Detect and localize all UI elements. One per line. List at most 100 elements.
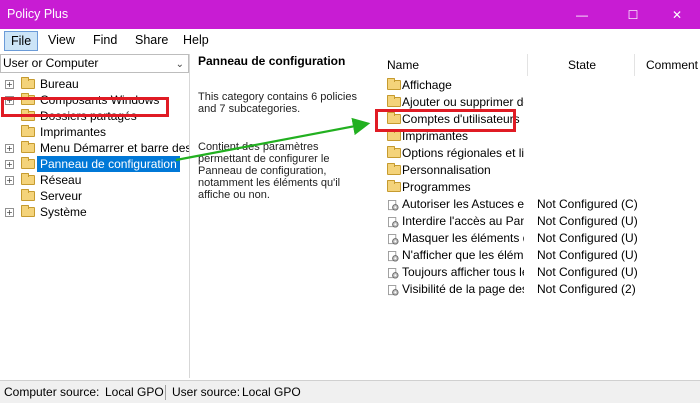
list-item-name: Visibilité de la page des ... — [402, 282, 524, 296]
list-item-folder[interactable]: Programmes — [380, 179, 700, 196]
folder-icon — [387, 95, 401, 107]
scope-dropdown[interactable]: User or Computer ⌄ — [0, 54, 189, 73]
list-item-name: Options régionales et lin... — [402, 146, 524, 160]
list-item-policy[interactable]: Masquer les éléments d... Not Configured … — [380, 230, 700, 247]
category-tree-pane: User or Computer ⌄ + Bureau + Composants Wi… — [0, 54, 190, 378]
list-item-policy[interactable]: Interdire l'accès au Pan... Not Configure… — [380, 213, 700, 230]
description-pane: Panneau de configuration This category c… — [191, 54, 379, 378]
folder-icon — [21, 125, 35, 137]
close-icon: ✕ — [671, 7, 683, 22]
tree-item-label: Serveur — [40, 189, 83, 203]
list-item-folder[interactable]: Comptes d'utilisateurs — [380, 111, 700, 128]
folder-icon — [21, 93, 35, 105]
folder-icon — [387, 180, 401, 192]
tree-item[interactable]: Imprimantes — [0, 124, 189, 140]
folder-icon — [387, 112, 401, 124]
folder-icon — [21, 173, 35, 185]
tree-item-label: Bureau — [40, 77, 79, 91]
tree-item[interactable]: Dossiers partagés — [0, 108, 189, 124]
list-item-name: Programmes — [402, 180, 471, 194]
expand-icon[interactable]: + — [5, 176, 14, 185]
list-item-folder[interactable]: Personnalisation — [380, 162, 700, 179]
policy-list-pane: Name State Comment Affichage Ajouter ou s… — [380, 54, 700, 378]
policy-setting-icon — [388, 200, 399, 211]
menu-bar: File View Find Share Help — [0, 29, 700, 52]
scope-value: User or Computer — [3, 56, 99, 70]
column-divider[interactable] — [634, 54, 635, 76]
folder-icon — [387, 129, 401, 141]
list-item-name: Affichage — [402, 78, 452, 92]
list-item-policy[interactable]: N'afficher que les éléme... Not Configure… — [380, 247, 700, 264]
list-item-name: Toujours afficher tous le... — [402, 265, 524, 279]
expand-icon[interactable]: + — [5, 144, 14, 153]
description-body: Contient des paramètres permettant de co… — [198, 141, 341, 201]
tree-item-label: Menu Démarrer et barre des tâches — [40, 141, 190, 155]
list-item-folder[interactable]: Affichage — [380, 77, 700, 94]
folder-icon — [387, 146, 401, 158]
list-item-name: N'afficher que les éléme... — [402, 248, 524, 262]
list-item-state: Not Configured (C) — [537, 197, 638, 211]
list-item-name: Autoriser les Astuces en... — [402, 197, 524, 211]
folder-icon — [21, 141, 35, 153]
list-item-folder[interactable]: Imprimantes — [380, 128, 700, 145]
maximize-icon: ☐ — [627, 7, 639, 22]
list-item-name: Interdire l'accès au Pan... — [402, 214, 524, 228]
policy-setting-icon — [388, 268, 399, 279]
policy-setting-icon — [388, 217, 399, 228]
tree-item[interactable]: + Système — [0, 204, 189, 220]
column-divider[interactable] — [527, 54, 528, 76]
folder-icon — [21, 109, 35, 121]
close-button[interactable]: ✕ — [654, 0, 700, 29]
menu-share[interactable]: Share — [129, 31, 174, 51]
computer-source-value: Local GPO — [105, 385, 164, 399]
description-title: Panneau de configuration — [198, 54, 346, 68]
tree-item-label: Réseau — [40, 173, 82, 187]
user-source-value: Local GPO — [242, 385, 301, 399]
policy-setting-icon — [388, 251, 399, 262]
window-title: Policy Plus — [7, 7, 69, 21]
list-item-policy[interactable]: Toujours afficher tous le... Not Configur… — [380, 264, 700, 281]
folder-icon — [21, 205, 35, 217]
list-item-name: Masquer les éléments d... — [402, 231, 524, 245]
list-item-state: Not Configured (U) — [537, 265, 638, 279]
expand-icon[interactable]: + — [5, 208, 14, 217]
tree-item[interactable]: + Réseau — [0, 172, 189, 188]
minimize-icon: — — [576, 7, 588, 22]
expand-icon[interactable]: + — [5, 160, 14, 169]
list-item-folder[interactable]: Options régionales et lin... — [380, 145, 700, 162]
expand-icon[interactable]: + — [5, 80, 14, 89]
folder-icon — [21, 77, 35, 89]
list-item-state: Not Configured (U) — [537, 214, 638, 228]
list-item-policy[interactable]: Autoriser les Astuces en... Not Configure… — [380, 196, 700, 213]
policy-setting-icon — [388, 285, 399, 296]
tree-item[interactable]: + Menu Démarrer et barre des tâches — [0, 140, 189, 156]
list-item-name: Comptes d'utilisateurs — [402, 112, 520, 126]
maximize-button[interactable]: ☐ — [610, 0, 656, 29]
list-item-state: Not Configured (2) — [537, 282, 636, 296]
column-header-name[interactable]: Name — [387, 58, 419, 72]
column-header-comment[interactable]: Comment — [646, 58, 698, 72]
tree-item[interactable]: + Panneau de configuration — [0, 156, 189, 172]
list-item-state: Not Configured (U) — [537, 248, 638, 262]
tree-item[interactable]: Serveur — [0, 188, 189, 204]
menu-file[interactable]: File — [4, 31, 39, 51]
chevron-down-icon: ⌄ — [175, 59, 184, 70]
folder-icon — [387, 78, 401, 90]
tree-item[interactable]: + Bureau — [0, 76, 189, 92]
tree-item-label: Imprimantes — [40, 125, 107, 139]
computer-source-label: Computer source: — [4, 385, 100, 399]
minimize-button[interactable]: — — [559, 0, 605, 29]
menu-help[interactable]: Help — [177, 31, 215, 51]
folder-icon — [387, 163, 401, 175]
menu-view[interactable]: View — [42, 31, 81, 51]
user-source-label: User source: — [172, 385, 241, 399]
status-bar: Computer source: Local GPO User source: … — [0, 380, 700, 403]
expand-icon[interactable]: + — [5, 96, 14, 105]
column-header-state[interactable]: State — [568, 58, 596, 72]
tree-item[interactable]: + Composants Windows — [0, 92, 189, 108]
list-item-policy[interactable]: Visibilité de la page des ... Not Configu… — [380, 281, 700, 298]
folder-icon — [21, 157, 35, 169]
menu-find[interactable]: Find — [87, 31, 123, 51]
list-item-folder[interactable]: Ajouter ou supprimer de... — [380, 94, 700, 111]
list-item-state: Not Configured (U) — [537, 231, 638, 245]
